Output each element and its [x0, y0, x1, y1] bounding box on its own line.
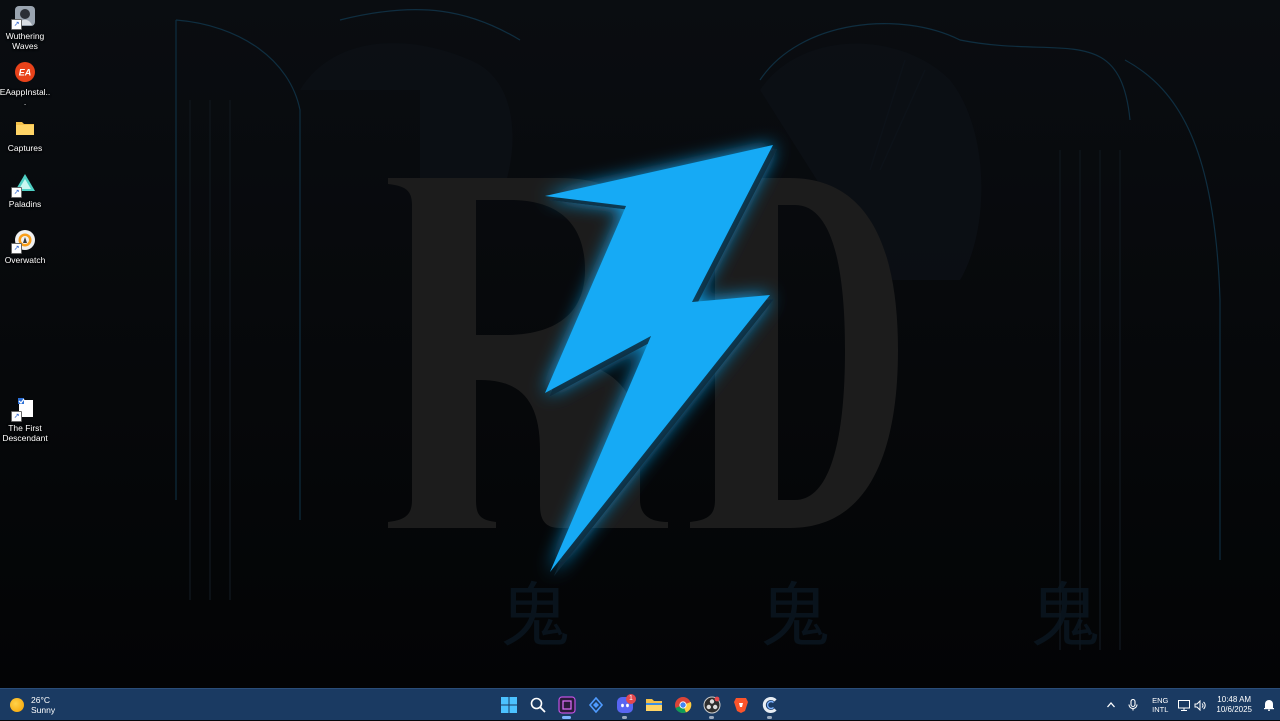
keyboard-layout: INTL	[1152, 705, 1169, 714]
desktop-icon-label: Wuthering Waves	[5, 31, 45, 51]
network-icon	[1178, 699, 1191, 711]
taskbar-app-c[interactable]	[755, 690, 784, 721]
desktop-icon-overwatch[interactable]: ↗ Overwatch	[0, 228, 50, 265]
sun-icon	[10, 698, 24, 712]
shortcut-arrow-icon: ↗	[11, 19, 22, 30]
taskbar-app-chrome[interactable]	[668, 690, 697, 721]
desktop-icon-area: ↗ Wuthering Waves EA EAappInstal... Capt…	[0, 0, 52, 688]
taskbar: 26°C Sunny 1 ENG INTL 10:48 AM 10/6/2025	[0, 688, 1280, 720]
c-app-icon	[762, 697, 777, 713]
weather-condition: Sunny	[31, 705, 56, 715]
desktop-icon-ea-app[interactable]: EA EAappInstal...	[0, 60, 50, 107]
notification-badge: 1	[626, 693, 636, 704]
taskbar-app-brave[interactable]	[726, 690, 755, 721]
overwatch-icon: ↗	[11, 228, 37, 254]
svg-text:鬼: 鬼	[760, 575, 830, 657]
weather-text: 26°C Sunny	[31, 695, 55, 715]
weather-temperature: 26°C	[31, 695, 50, 705]
notification-center-button[interactable]	[1258, 689, 1280, 721]
microphone-button[interactable]	[1122, 689, 1144, 721]
language-code: ENG	[1152, 696, 1169, 705]
network-button[interactable]	[1176, 689, 1192, 721]
svg-text:鬼: 鬼	[500, 575, 570, 657]
microphone-icon	[1128, 699, 1138, 711]
desktop-icon-label: The First Descendant	[2, 423, 48, 443]
shortcut-arrow-icon: ↗	[11, 187, 22, 198]
input-language-indicator[interactable]: ENG INTL	[1152, 689, 1168, 721]
chevron-up-icon	[1107, 702, 1116, 708]
wuthering-waves-icon: ↗	[11, 4, 37, 30]
search-icon	[530, 697, 546, 713]
obs-icon	[703, 696, 720, 714]
shortcut-arrow-icon: ↗	[11, 411, 22, 422]
chrome-icon	[674, 697, 691, 714]
desktop-icon-label: Captures	[7, 143, 43, 153]
desktop-icon-the-first-descendant[interactable]: ↗ The First Descendant	[0, 396, 50, 443]
taskbar-app-pinned[interactable]	[552, 690, 581, 721]
search-button[interactable]	[523, 690, 552, 721]
system-tray: ENG INTL 10:48 AM 10/6/2025	[1100, 689, 1280, 721]
svg-text:鬼: 鬼	[1030, 575, 1100, 657]
desktop-wallpaper: 鬼 鬼 鬼	[0, 0, 1280, 688]
paladins-icon: ↗	[11, 172, 37, 198]
file-explorer-icon	[645, 699, 662, 711]
shortcut-arrow-icon: ↗	[11, 243, 22, 254]
start-button[interactable]	[494, 690, 523, 721]
desktop-icon-label: Paladins	[8, 199, 42, 209]
taskbar-apps: 1	[494, 689, 784, 721]
weather-widget[interactable]: 26°C Sunny	[10, 693, 55, 717]
desktop-icon-label: EAappInstal...	[0, 87, 51, 107]
ea-app-icon: EA	[13, 60, 37, 84]
desktop-icon-captures[interactable]: Captures	[0, 116, 50, 153]
clock[interactable]: 10:48 AM 10/6/2025	[1216, 689, 1252, 721]
desktop-icon-wuthering-waves[interactable]: ↗ Wuthering Waves	[0, 4, 50, 51]
desktop-icon-paladins[interactable]: ↗ Paladins	[0, 172, 50, 209]
notification-bell-icon	[1264, 700, 1274, 711]
folder-icon	[13, 116, 37, 140]
taskbar-app-blue-diamond[interactable]	[581, 690, 610, 721]
show-hidden-icons-button[interactable]	[1100, 689, 1122, 721]
desktop-icon-label: Overwatch	[4, 255, 46, 265]
windows-start-icon	[500, 697, 517, 713]
taskbar-app-discord[interactable]: 1	[610, 690, 639, 721]
blue-diamond-icon	[588, 697, 603, 713]
taskbar-app-obs[interactable]	[697, 690, 726, 721]
volume-button[interactable]	[1192, 689, 1208, 721]
clock-date: 10/6/2025	[1216, 705, 1252, 714]
speaker-icon	[1194, 699, 1207, 711]
taskbar-app-file-explorer[interactable]	[639, 690, 668, 721]
svg-text:EA: EA	[19, 68, 32, 78]
the-first-descendant-icon: ↗	[11, 396, 37, 422]
brave-icon	[733, 698, 748, 713]
app-square-icon	[557, 696, 576, 714]
clock-time: 10:48 AM	[1217, 695, 1252, 704]
